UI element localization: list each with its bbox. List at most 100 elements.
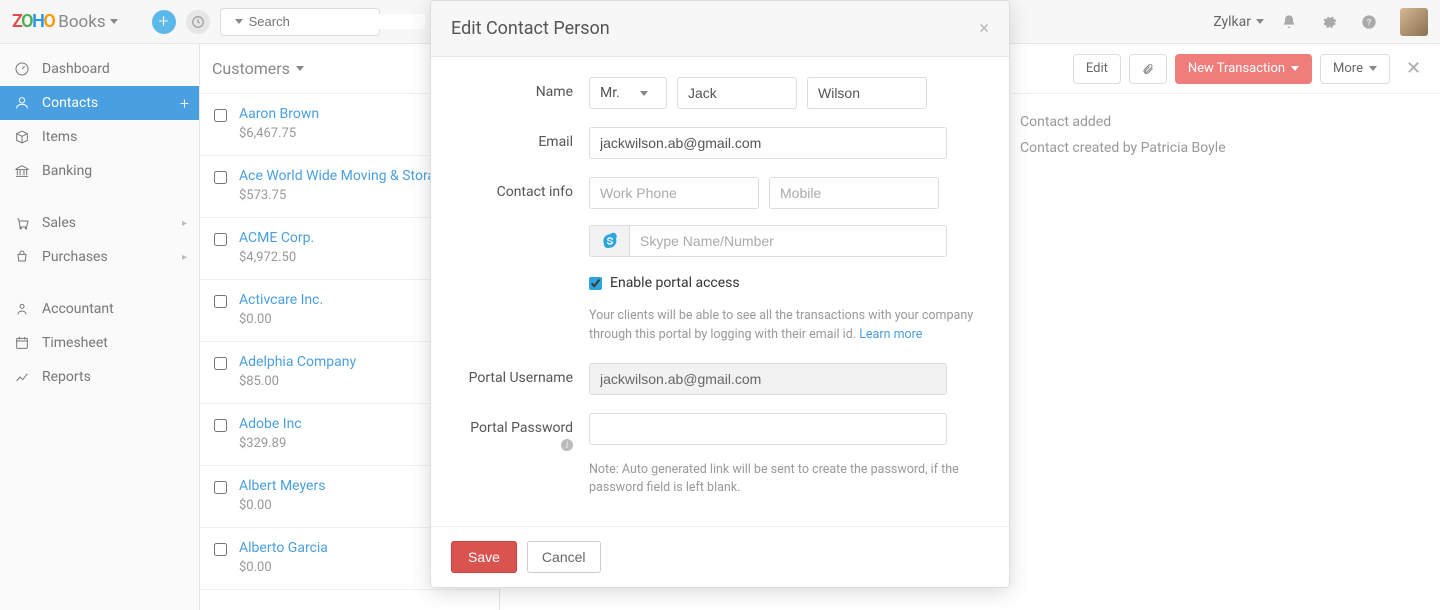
form-row-name: Name Mr. (459, 77, 981, 109)
chevron-down-icon (110, 19, 118, 24)
label-name: Name (459, 77, 589, 100)
enable-portal-checkbox[interactable]: Enable portal access (589, 275, 981, 291)
purchases-icon (14, 249, 30, 265)
portal-password-input[interactable] (589, 413, 947, 445)
contacts-icon (14, 95, 30, 111)
form-row-email: Email (459, 127, 981, 159)
last-name-input[interactable] (807, 77, 927, 109)
form-row-portal-username: Portal Username (459, 363, 981, 395)
sidebar-item-purchases[interactable]: Purchases ▸ (0, 240, 199, 274)
list-item-checkbox[interactable] (214, 481, 227, 494)
list-item-name: Adobe Inc (239, 416, 302, 432)
sidebar-item-sales[interactable]: Sales ▸ (0, 206, 199, 240)
avatar[interactable] (1400, 8, 1428, 36)
list-item-checkbox[interactable] (214, 171, 227, 184)
list-item-amount: $0.00 (239, 560, 328, 575)
bell-icon (1281, 14, 1297, 30)
list-item-name: Alberto Garcia (239, 540, 328, 556)
settings-button[interactable] (1314, 14, 1344, 30)
list-item-checkbox[interactable] (214, 419, 227, 432)
label-portal-username: Portal Username (459, 363, 589, 386)
app-logo[interactable]: ZOHO Books (12, 11, 118, 32)
label-contact-info: Contact info (459, 177, 589, 200)
modal-title: Edit Contact Person (451, 18, 610, 39)
list-item-name: Adelphia Company (239, 354, 356, 370)
email-input[interactable] (589, 127, 947, 159)
new-transaction-button[interactable]: New Transaction (1175, 54, 1312, 84)
list-item-amount: $0.00 (239, 312, 323, 327)
sidebar-item-banking[interactable]: Banking (0, 154, 199, 188)
chevron-down-icon (1369, 66, 1377, 71)
search-input[interactable] (249, 14, 425, 29)
enable-portal-input[interactable] (589, 277, 602, 290)
sidebar-item-items[interactable]: Items (0, 120, 199, 154)
list-item-amount: $4,972.50 (239, 250, 314, 265)
list-item-checkbox[interactable] (214, 233, 227, 246)
form-row-portal-access: Enable portal access Your clients will b… (459, 275, 981, 345)
paperclip-icon (1142, 62, 1154, 76)
history-icon (191, 15, 205, 29)
chevron-right-icon: ▸ (182, 218, 187, 229)
list-item-checkbox[interactable] (214, 357, 227, 370)
work-phone-input[interactable] (589, 177, 759, 209)
info-icon: i (561, 439, 573, 451)
mobile-input[interactable] (769, 177, 939, 209)
sidebar-item-timesheet[interactable]: Timesheet (0, 326, 199, 360)
list-item-checkbox[interactable] (214, 109, 227, 122)
timesheet-icon (14, 335, 30, 351)
sidebar-item-label: Banking (42, 163, 92, 179)
form-row-portal-password: Portal Password i Note: Auto generated l… (459, 413, 981, 499)
list-item-amount: $6,467.75 (239, 126, 319, 141)
list-item-checkbox[interactable] (214, 295, 227, 308)
list-title-dropdown[interactable]: Customers (212, 59, 304, 78)
modal-footer: Save Cancel (431, 526, 1009, 587)
svg-text:?: ? (1367, 17, 1372, 28)
sidebar-item-label: Purchases (42, 249, 108, 265)
cancel-button[interactable]: Cancel (527, 541, 601, 573)
list-item-name: ACME Corp. (239, 230, 314, 246)
list-item-checkbox[interactable] (214, 543, 227, 556)
org-switcher[interactable]: Zylkar (1213, 14, 1264, 30)
chevron-down-icon (1291, 66, 1299, 71)
add-contact-icon[interactable]: + (180, 94, 189, 113)
zoho-logo-text: ZOHO (12, 11, 54, 32)
sidebar-item-label: Items (42, 129, 77, 145)
question-icon: ? (1361, 14, 1377, 30)
app-name: Books (58, 12, 105, 32)
dashboard-icon (14, 61, 30, 77)
edit-button[interactable]: Edit (1073, 54, 1121, 84)
items-icon (14, 129, 30, 145)
more-button[interactable]: More (1320, 54, 1390, 84)
close-detail-button[interactable]: ✕ (1406, 58, 1426, 79)
sidebar: Dashboard Contacts + Items Banking Sales… (0, 44, 200, 610)
skype-input[interactable] (629, 225, 947, 257)
recent-history-button[interactable] (186, 10, 210, 34)
save-button[interactable]: Save (451, 541, 517, 573)
attachments-button[interactable] (1129, 54, 1167, 84)
skype-icon (601, 232, 619, 250)
sidebar-item-label: Contacts (42, 95, 98, 111)
password-note: Note: Auto generated link will be sent t… (589, 461, 981, 499)
chevron-down-icon (1256, 19, 1264, 24)
list-item-amount: $329.89 (239, 436, 302, 451)
modal-close-button[interactable]: × (979, 18, 989, 39)
list-item-name: Activcare Inc. (239, 292, 323, 308)
list-item-name: Albert Meyers (239, 478, 325, 494)
portal-username-input (589, 363, 947, 395)
sidebar-item-dashboard[interactable]: Dashboard (0, 52, 199, 86)
sidebar-item-contacts[interactable]: Contacts + (0, 86, 199, 120)
skype-addon (589, 225, 629, 257)
salutation-select[interactable]: Mr. (589, 77, 667, 109)
learn-more-link[interactable]: Learn more (859, 327, 922, 342)
global-search[interactable] (220, 8, 380, 36)
quick-create-button[interactable]: + (152, 10, 176, 34)
first-name-input[interactable] (677, 77, 797, 109)
sidebar-item-reports[interactable]: Reports (0, 360, 199, 394)
help-button[interactable]: ? (1354, 14, 1384, 30)
sidebar-item-accountant[interactable]: Accountant (0, 292, 199, 326)
sidebar-item-label: Accountant (42, 301, 114, 317)
notifications-button[interactable] (1274, 14, 1304, 30)
list-item-amount: $0.00 (239, 498, 325, 513)
chevron-down-icon (640, 91, 648, 96)
sidebar-item-label: Timesheet (42, 335, 108, 351)
